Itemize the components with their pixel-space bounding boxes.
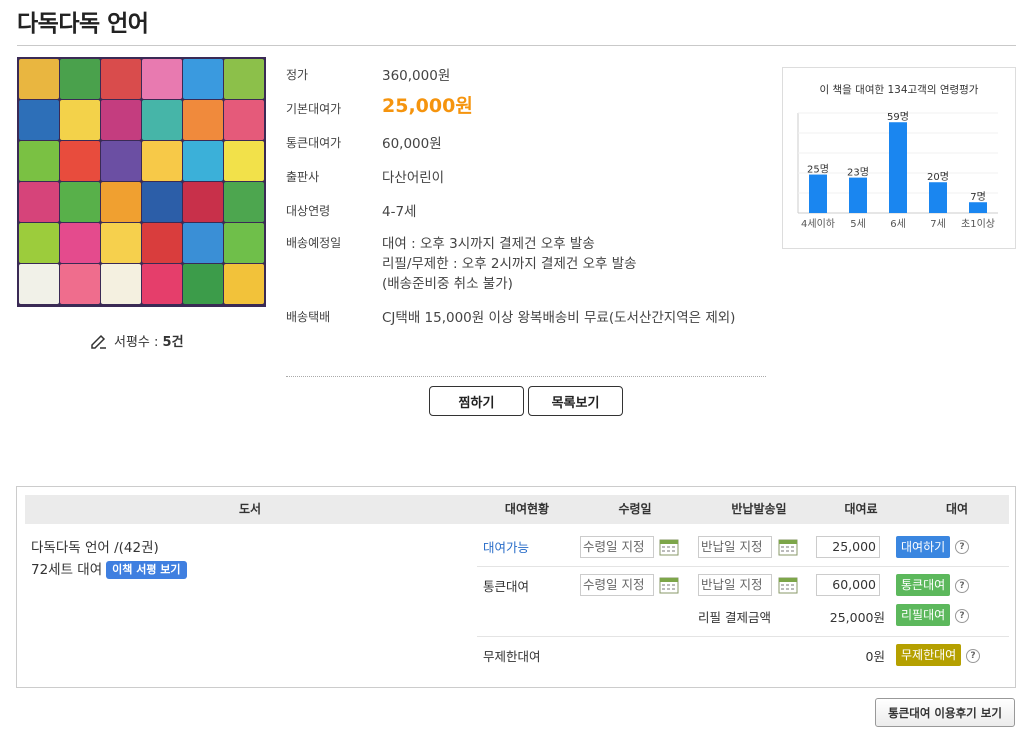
calendar-icon[interactable] [778,576,798,594]
row-divider [477,636,1009,637]
ship-date-line-3: (배송준비중 취소 불가) [382,276,513,292]
status-available[interactable]: 대여가능 [483,537,529,556]
courier-value: CJ택배 15,000원 이상 왕복배송비 무료(도서산간지역은 제외) [382,310,736,326]
row-divider [477,566,1009,567]
review-tag-button[interactable]: 이책 서평 보기 [106,561,187,579]
review-count[interactable]: 서평수 : 5건 [90,331,184,350]
publisher-value: 다산어린이 [382,170,445,186]
age-value: 4-7세 [382,204,417,220]
wish-button[interactable]: 찜하기 [429,386,524,416]
fee-input[interactable]: 25,000 [816,536,880,558]
ship-date-label: 배송예정일 [286,236,342,250]
header-fee: 대여료 [844,502,878,516]
refill-label: 리필 결제금액 [698,610,771,625]
chart-value-label-2: 59명 [887,111,909,123]
status-bulk: 통큰대여 [483,579,530,594]
chart-value-label-1: 23명 [847,167,869,179]
chart-value-label-4: 7명 [970,191,986,203]
price-label: 정가 [286,68,309,82]
chart-category-label-3: 7세 [930,218,946,230]
base-rent-value: 25,000원 [382,95,473,117]
price-value: 360,000원 [382,68,451,84]
bulk-review-button[interactable]: 통큰대여 이용후기 보기 [875,698,1015,727]
publisher-label: 출판사 [286,170,320,184]
header-book: 도서 [238,502,262,516]
help-icon[interactable]: ? [966,649,980,663]
receive-date-input[interactable]: 수령일 지정 [580,574,654,596]
bulk-rent-button[interactable]: 통큰대여 [896,574,951,596]
rent-button[interactable]: 대여하기 [896,536,951,558]
calendar-icon[interactable] [659,576,679,594]
list-button[interactable]: 목록보기 [528,386,623,416]
page-title: 다독다독 언어 [17,11,149,37]
header-status: 대여현황 [504,502,550,516]
ship-date-line-1: 대여 : 오후 3시까지 결제건 오후 발송 [382,236,595,252]
calendar-icon[interactable] [778,538,798,556]
age-rating-chart: 이 책을 대여한 134고객의 연령평가 25명 4세이하 23명 5세 59명 6세 20… [782,67,1016,249]
unlimited-rent-button[interactable]: 무제한대여 [896,644,962,666]
chart-canvas: 25명 4세이하 23명 5세 59명 6세 20명 7세 7명초1이상 [797,111,998,230]
chart-bar-1 [849,177,867,213]
ship-date-line-2: 리필/무제한 : 오후 2시까지 결제건 오후 발송 [382,256,637,272]
info-divider [286,376,766,377]
bulk-rent-value: 60,000원 [382,136,442,152]
refill-rent-button[interactable]: 리필대여 [896,604,951,626]
chart-category-label-2: 6세 [890,218,906,230]
chart-category-label-4: 초1이상 [961,218,995,230]
chart-bar-3 [929,182,947,213]
review-count-value: 5건 [162,335,184,350]
book-name: 다독다독 언어 /(42권) [31,540,159,556]
chart-bar-4 [969,202,987,213]
courier-label: 배송택배 [286,310,331,324]
status-unlimited: 무제한대여 [483,649,541,664]
help-icon[interactable]: ? [955,609,969,623]
receive-date-input[interactable]: 수령일 지정 [580,536,654,558]
title-divider [17,45,1016,46]
help-icon[interactable]: ? [955,579,969,593]
header-receive: 수령일 [618,502,652,516]
review-count-label: 서평수 : [114,335,163,350]
age-label: 대상연령 [286,204,331,218]
chart-category-label-0: 4세이하 [801,217,835,230]
bulk-rent-label: 통큰대여가 [286,136,342,150]
rental-table: 도서 대여현황 수령일 반납발송일 대여료 대여 다독다독 언어 /(42권) … [16,486,1016,688]
fee-input[interactable]: 60,000 [816,574,880,596]
calendar-icon[interactable] [659,538,679,556]
base-rent-label: 기본대여가 [286,102,342,116]
chart-bar-2 [889,122,907,213]
pencil-icon [91,334,106,349]
chart-category-label-1: 5세 [850,218,866,230]
table-header: 도서 대여현황 수령일 반납발송일 대여료 대여 [25,495,1009,524]
help-icon[interactable]: ? [955,540,969,554]
return-date-input[interactable]: 반납일 지정 [698,536,772,558]
header-rent: 대여 [945,502,969,516]
set-info: 72세트 대여 [31,562,103,578]
return-date-input[interactable]: 반납일 지정 [698,574,772,596]
chart-value-label-3: 20명 [927,171,949,183]
book-cover-image [17,57,266,307]
header-return: 반납발송일 [731,502,787,516]
chart-value-label-0: 25명 [807,164,829,176]
book-cell: 다독다독 언어 /(42권) 72세트 대여 이책 서평 보기 [31,537,187,581]
chart-bar-0 [809,174,827,213]
refill-amount: 25,000원 [829,610,885,625]
unlimited-amount: 0원 [865,649,885,664]
